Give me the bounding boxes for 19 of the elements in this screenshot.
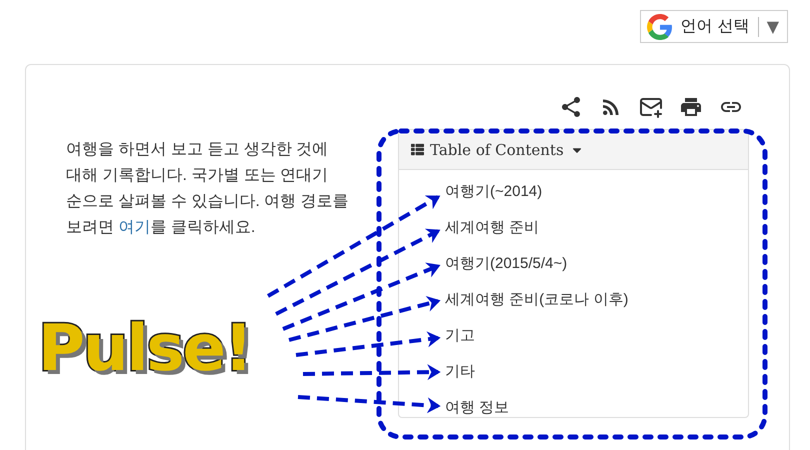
toc-item[interactable]: 세계여행 준비(코로나 이후) [445,286,748,314]
here-link[interactable]: 여기 [118,219,150,236]
toc-header[interactable]: Table of Contents [399,130,748,170]
mail-plus-icon[interactable] [639,95,663,119]
language-label: 언어 선택 [680,16,750,37]
dropdown-caret: ▼ [766,17,779,36]
share-icon[interactable] [559,95,583,119]
toc-item[interactable]: 세계여행 준비 [445,214,748,242]
toc-item[interactable]: 여행기(2015/5/4~) [445,250,748,278]
google-logo-icon [646,14,673,40]
print-icon[interactable] [679,95,703,119]
language-select[interactable]: 언어 선택 ▼ [640,10,788,43]
intro-paragraph: 여행을 하면서 보고 듣고 생각한 것에 대해 기록합니다. 국가별 또는 연대기 순으로 살펴볼 수 있습니다. 여행 경로를 보려면 여기 를 클릭하세요. [66,140,350,238]
list-icon [411,143,424,156]
pulse-annotation: Pulse! [38,312,252,386]
toc-item[interactable]: 여행 정보 [445,394,748,417]
toc-item[interactable]: 기타 [445,358,748,386]
toc-item[interactable]: 기고 [445,322,748,350]
toc-item[interactable]: 여행기(~2014) [445,178,748,206]
